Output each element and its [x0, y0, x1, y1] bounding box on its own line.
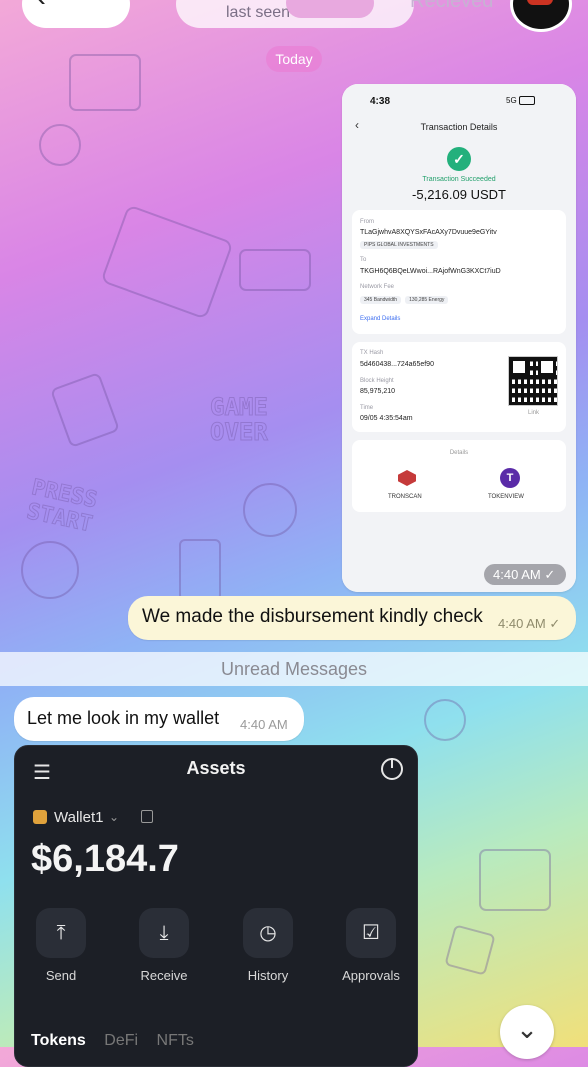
wallet-balance: $6,184.7	[31, 838, 179, 880]
tab-tokens: Tokens	[31, 1032, 86, 1049]
wallet-tabs: Tokens DeFi NFTs	[31, 1032, 208, 1050]
chevron-down-icon: ⌄	[109, 810, 120, 824]
message-text: We made the disbursement kindly check	[142, 606, 483, 627]
outgoing-message[interactable]: We made the disbursement kindly check 4:…	[128, 596, 576, 640]
history-action: ◷ History	[218, 908, 318, 983]
status-bar-signal: 5G	[506, 96, 535, 106]
link-label: Link	[528, 410, 540, 416]
battery-icon	[518, 96, 535, 106]
message-time: 4:40 AM	[240, 717, 288, 732]
time-value: 09/05 4:35:54am	[360, 415, 413, 422]
from-label: From	[360, 219, 374, 225]
transaction-amount: -5,216.09 USDT	[412, 187, 506, 202]
send-label: Send	[45, 968, 77, 983]
download-arrow-icon: ⤓	[139, 908, 189, 958]
approvals-label: Approvals	[342, 968, 400, 983]
status-bar-time: 4:38	[370, 96, 391, 107]
transaction-status: Transaction Succeeded	[422, 176, 496, 183]
approvals-action: ☑ Approvals	[321, 908, 417, 983]
receive-label: Receive	[140, 968, 188, 983]
to-label: To	[360, 257, 367, 263]
tab-defi: DeFi	[104, 1032, 139, 1049]
hash-card: TX Hash 5d460438...724a65ef90 Block Heig…	[352, 342, 566, 432]
back-button[interactable]: ‹ 1877	[22, 0, 130, 28]
image-message-time: 4:40 AM ✓	[484, 564, 566, 585]
wallet-icon	[33, 810, 47, 824]
received-label: Recieved	[410, 0, 494, 12]
success-check-icon: ✓	[447, 147, 471, 171]
block-label: Block Height	[360, 378, 394, 384]
last-seen-status: last seen	[226, 4, 291, 21]
history-icon: ◷	[243, 908, 293, 958]
time-label: Time	[360, 405, 374, 411]
wallet-name: Wallet1	[54, 809, 104, 826]
explorers-card: Details TRONSCAN T TOKENVIEW	[352, 440, 566, 512]
block-value: 85,975,210	[360, 388, 396, 395]
fee-label: Network Fee	[360, 284, 395, 290]
svg-text:OVER: OVER	[210, 418, 268, 446]
expand-details-link: Expand Details	[360, 316, 401, 322]
tronscan-icon	[398, 470, 416, 486]
history-label: History	[247, 968, 289, 983]
redacted-name-blob	[286, 0, 374, 18]
date-separator: Today	[266, 46, 322, 72]
hash-label: TX Hash	[360, 350, 384, 356]
message-text: Let me look in my wallet	[27, 708, 220, 728]
from-address: TLaGjwhvA8XQYSxFAcAXy7Dvuue9eGYitv	[360, 229, 497, 236]
details-label: Details	[449, 450, 469, 456]
transaction-screenshot: 4:38 5G ‹ Transaction Details ✓ Transact…	[342, 84, 576, 592]
tokenview-label: TOKENVIEW	[488, 494, 524, 500]
addresses-card: From TLaGjwhvA8XQYSxFAcAXy7Dvuue9eGYitv …	[352, 210, 566, 334]
fee-chips: 345 Bandwidth 130,285 Energy	[360, 296, 452, 304]
incoming-message[interactable]: Let me look in my wallet 4:40 AM	[14, 697, 304, 741]
image-message-wallet[interactable]: ☰ Assets Wallet1 ⌄ $6,184.7 ⤒ Send ⤓ Rec…	[14, 745, 418, 1067]
send-action: ⤒ Send	[15, 908, 111, 983]
image-message-transaction[interactable]: 4:38 5G ‹ Transaction Details ✓ Transact…	[342, 84, 576, 592]
receive-action: ⤓ Receive	[114, 908, 214, 983]
shield-check-icon: ☑	[346, 908, 396, 958]
upload-arrow-icon: ⤒	[36, 908, 86, 958]
to-address: TKGH6Q6BQeLWwoi...RAjofWnG3KXCt7iuD	[360, 268, 501, 275]
unread-messages-banner: Unread Messages	[0, 652, 588, 686]
chevron-down-icon: ⌄	[516, 1014, 538, 1044]
copy-icon	[141, 810, 153, 823]
tronscan-label: TRONSCAN	[388, 494, 422, 500]
tokenview-icon: T	[500, 468, 520, 488]
wallet-title: Assets	[186, 758, 246, 778]
chevron-left-icon: ‹	[36, 0, 46, 12]
tab-nfts: NFTs	[156, 1032, 194, 1049]
status-bar-network: 5G	[506, 96, 517, 105]
scroll-down-button[interactable]: ⌄	[500, 1005, 554, 1059]
from-tag: PIPS GLOBAL INVESTMENTS	[360, 241, 442, 249]
svg-text:GAME: GAME	[210, 393, 268, 421]
chat-header-title[interactable]: last seen	[176, 0, 414, 28]
hash-value: 5d460438...724a65ef90	[360, 361, 434, 368]
pie-chart-icon	[381, 758, 403, 780]
qr-code	[508, 356, 558, 406]
message-time: 4:40 AM ✓	[498, 616, 561, 631]
transaction-title: Transaction Details	[420, 122, 498, 132]
